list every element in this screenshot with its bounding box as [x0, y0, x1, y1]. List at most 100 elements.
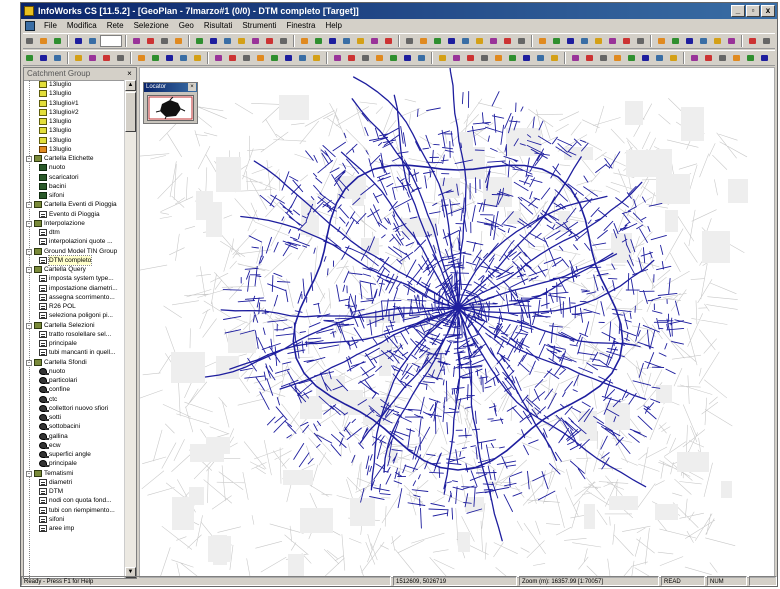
toolbar-button[interactable]: [611, 52, 624, 64]
tree-item[interactable]: tubi con riempimento...: [24, 506, 127, 515]
toolbar-button[interactable]: [445, 35, 458, 47]
toolbar-button[interactable]: [487, 35, 500, 47]
document-icon[interactable]: [25, 21, 35, 31]
menu-rete[interactable]: Rete: [102, 19, 129, 33]
toolbar-button[interactable]: [382, 35, 395, 47]
expand-collapse-icon[interactable]: -: [26, 202, 32, 209]
toolbar-button[interactable]: [450, 52, 463, 64]
toolbar-button[interactable]: [548, 52, 561, 64]
panel-close-icon[interactable]: ×: [125, 69, 134, 78]
toolbar-button[interactable]: [774, 35, 775, 47]
toolbar-button[interactable]: [158, 35, 171, 47]
tree-item[interactable]: sotti: [24, 413, 127, 422]
toolbar-button[interactable]: [177, 52, 190, 64]
tree-item[interactable]: assegna scorrimento...: [24, 293, 127, 302]
tree-folder[interactable]: - Ground Model TIN Group: [24, 247, 127, 256]
toolbar-button[interactable]: [431, 35, 444, 47]
expand-collapse-icon[interactable]: -: [26, 220, 32, 227]
toolbar-button[interactable]: [667, 52, 680, 64]
toolbar-button[interactable]: [51, 52, 64, 64]
tree-folder[interactable]: - Tematismi: [24, 469, 127, 478]
toolbar-button[interactable]: [249, 35, 262, 47]
toolbar-button[interactable]: [86, 35, 99, 47]
toolbar-button[interactable]: [702, 52, 715, 64]
tree-item[interactable]: superfici angle: [24, 450, 127, 459]
toolbar-button[interactable]: [340, 35, 353, 47]
toolbar-button[interactable]: [191, 52, 204, 64]
tree-item[interactable]: DTM: [24, 487, 127, 496]
toolbar-button[interactable]: [473, 35, 486, 47]
toolbar-button[interactable]: [282, 52, 295, 64]
tree-item[interactable]: R26 POL: [24, 302, 127, 311]
toolbar-button[interactable]: [730, 52, 743, 64]
scroll-thumb[interactable]: [125, 92, 136, 132]
toolbar-button[interactable]: [310, 52, 323, 64]
toolbar-button[interactable]: [149, 52, 162, 64]
tree-item[interactable]: principale: [24, 339, 127, 348]
locator-close-icon[interactable]: ×: [188, 83, 196, 91]
menu-finestra[interactable]: Finestra: [282, 19, 321, 33]
menu-file[interactable]: File: [39, 19, 62, 33]
tree-item[interactable]: sifoni: [24, 191, 127, 200]
tree-item[interactable]: sifoni: [24, 515, 127, 524]
toolbar-button[interactable]: [221, 35, 234, 47]
tree-folder[interactable]: - Cartella Eventi di Pioggia: [24, 200, 127, 209]
tree-item[interactable]: scaricatori: [24, 173, 127, 182]
tree-item[interactable]: dtm: [24, 228, 127, 237]
expand-collapse-icon[interactable]: -: [26, 156, 32, 162]
toolbar-button[interactable]: [226, 52, 239, 64]
toolbar-button[interactable]: [653, 52, 666, 64]
toolbar-button[interactable]: [193, 35, 206, 47]
maximize-button[interactable]: ▫: [746, 5, 760, 17]
menu-help[interactable]: Help: [320, 19, 346, 33]
toolbar-button[interactable]: [130, 35, 143, 47]
toolbar-button[interactable]: [144, 35, 157, 47]
menu-selezione[interactable]: Selezione: [129, 19, 174, 33]
toolbar-button[interactable]: [536, 35, 549, 47]
toolbar-button[interactable]: [534, 52, 547, 64]
toolbar-button[interactable]: [620, 35, 633, 47]
tree-folder[interactable]: - Cartella Sfondi: [24, 358, 127, 367]
expand-collapse-icon[interactable]: -: [26, 248, 32, 255]
toolbar-button[interactable]: [464, 52, 477, 64]
menu-strumenti[interactable]: Strumenti: [237, 19, 281, 33]
tree-item[interactable]: diametri: [24, 478, 127, 487]
tree-item[interactable]: particolari: [24, 376, 127, 385]
expand-collapse-icon[interactable]: -: [26, 470, 32, 477]
toolbar-button[interactable]: [368, 35, 381, 47]
tree-item[interactable]: gallina: [24, 432, 127, 441]
toolbar-button[interactable]: [263, 35, 276, 47]
toolbar-button[interactable]: [235, 35, 248, 47]
toolbar-button[interactable]: [550, 35, 563, 47]
toolbar-button[interactable]: [583, 52, 596, 64]
tree-folder[interactable]: - Cartella Selezioni: [24, 321, 127, 330]
toolbar-button[interactable]: [758, 52, 771, 64]
tree-item[interactable]: 13luglio: [24, 145, 127, 154]
toolbar-button[interactable]: [569, 52, 582, 64]
expand-collapse-icon[interactable]: -: [26, 322, 32, 329]
toolbar-button[interactable]: [207, 35, 220, 47]
toolbar-button[interactable]: [326, 35, 339, 47]
toolbar-button[interactable]: [373, 52, 386, 64]
toolbar-button[interactable]: [716, 52, 729, 64]
toolbar-button[interactable]: [639, 52, 652, 64]
toolbar-button[interactable]: [298, 35, 311, 47]
toolbar-button[interactable]: [634, 35, 647, 47]
tree-item[interactable]: Evento di Pioggia: [24, 210, 127, 219]
toolbar-button[interactable]: [135, 52, 148, 64]
toolbar-button[interactable]: [354, 35, 367, 47]
tree-item[interactable]: seleziona poligoni pi...: [24, 311, 127, 320]
toolbar-button[interactable]: [277, 35, 290, 47]
tree-item[interactable]: 13luglio#1: [24, 99, 127, 108]
tree-item[interactable]: tubi mancanti in quell...: [24, 348, 127, 357]
toolbar-button[interactable]: [387, 52, 400, 64]
tree-item[interactable]: 13luglio: [24, 117, 127, 126]
tree-item[interactable]: ctc: [24, 395, 127, 404]
minimize-button[interactable]: _: [731, 5, 745, 17]
tree-item[interactable]: bacini: [24, 182, 127, 191]
tree-folder[interactable]: - Interpolazione: [24, 219, 127, 228]
toolbar-button[interactable]: [23, 52, 36, 64]
locator-window[interactable]: Locator ×: [143, 82, 198, 124]
scroll-up-icon[interactable]: ▲: [125, 80, 136, 91]
tree-folder[interactable]: - Cartella Etichette: [24, 154, 127, 163]
